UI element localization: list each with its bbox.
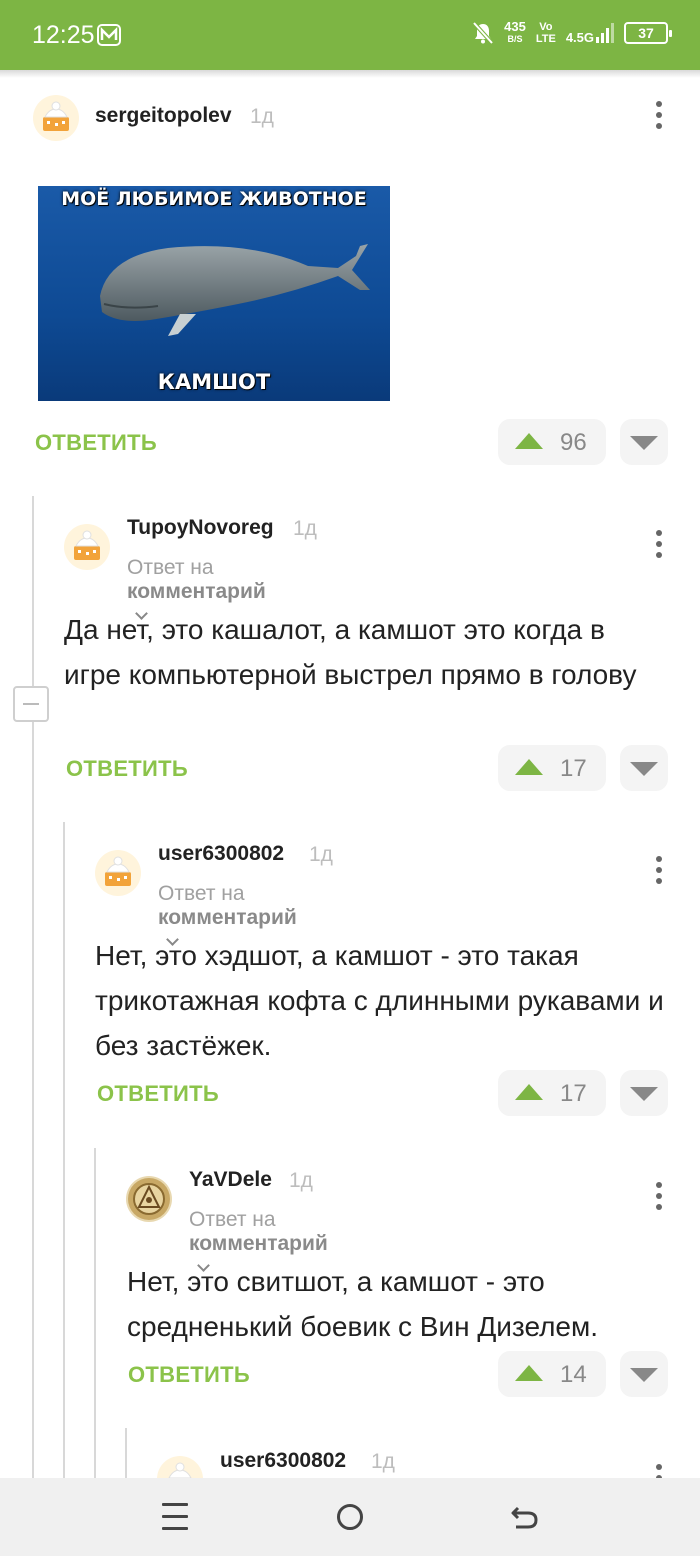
bell-muted-icon <box>472 21 494 44</box>
thread-line-2 <box>63 822 65 1478</box>
downvote-button[interactable] <box>620 745 668 791</box>
vote-count: 96 <box>560 429 587 456</box>
arrow-down-icon <box>630 1087 658 1101</box>
reply-button[interactable]: ОТВЕТИТЬ <box>35 430 157 456</box>
arrow-down-icon <box>630 1368 658 1382</box>
network-indicator: 4.5G <box>566 22 614 44</box>
more-options-icon[interactable] <box>654 530 664 562</box>
comment-text: Да нет, это кашалот, а камшот это когда … <box>64 614 637 690</box>
downvote-button[interactable] <box>620 1070 668 1116</box>
comment-time: 1д <box>250 105 274 128</box>
arrow-down-icon <box>630 762 658 776</box>
comment-text: Нет, это свитшот, а камшот - это среднен… <box>127 1266 599 1342</box>
avatar[interactable] <box>126 1176 172 1222</box>
comment-author[interactable]: user6300802 <box>158 842 284 866</box>
arrow-down-icon <box>630 436 658 450</box>
volte-indicator: Vo LTE <box>535 20 556 45</box>
home-icon[interactable] <box>337 1504 363 1530</box>
comment-author[interactable]: sergeitopolev <box>95 104 232 128</box>
reply-button[interactable]: ОТВЕТИТЬ <box>128 1362 250 1388</box>
signal-icon <box>596 22 614 43</box>
system-navigation-bar <box>0 1478 700 1556</box>
comment-author[interactable]: user6300802 <box>220 1449 346 1473</box>
avatar[interactable] <box>64 524 110 570</box>
vote-count: 17 <box>560 755 587 782</box>
status-time: 12:25 <box>32 21 95 49</box>
status-bar: 12:25 435 B/S Vo LTE 4.5G 37 <box>0 0 700 70</box>
thread-line-3 <box>94 1148 96 1478</box>
battery-indicator: 37 <box>624 21 672 44</box>
arrow-up-icon <box>515 759 543 775</box>
menu-icon[interactable] <box>162 1503 188 1531</box>
vote-count: 14 <box>560 1361 587 1388</box>
arrow-up-icon <box>515 1084 543 1100</box>
comment-author[interactable]: YaVDele <box>189 1168 272 1192</box>
cake-avatar-icon <box>74 530 100 560</box>
upvote-button[interactable]: 14 <box>498 1351 606 1397</box>
vote-count: 17 <box>560 1080 587 1107</box>
more-options-icon[interactable] <box>654 856 664 888</box>
mi-app-icon <box>97 24 121 46</box>
reply-button[interactable]: ОТВЕТИТЬ <box>66 756 188 782</box>
comment-image[interactable]: МОЁ ЛЮБИМОЕ ЖИВОТНОЕ КАМШОТ <box>38 186 390 401</box>
downvote-button[interactable] <box>620 1351 668 1397</box>
cake-avatar-icon <box>105 856 131 886</box>
comment-text: Нет, это хэдшот, а камшот - это такая тр… <box>95 940 664 1061</box>
avatar[interactable] <box>95 850 141 896</box>
comment-time: 1д <box>293 517 317 540</box>
avatar[interactable] <box>33 95 79 141</box>
more-options-icon[interactable] <box>654 1182 664 1214</box>
arrow-up-icon <box>515 1365 543 1381</box>
comment-author[interactable]: TupoyNovoreg <box>127 516 274 540</box>
thread-line-4 <box>125 1428 127 1478</box>
net-speed: 435 B/S <box>504 19 526 45</box>
gear-seal-avatar-icon <box>128 1178 170 1220</box>
back-icon[interactable] <box>510 1502 540 1532</box>
comment-time: 1д <box>309 843 333 866</box>
header-shadow <box>0 70 700 78</box>
upvote-button[interactable]: 96 <box>498 419 606 465</box>
downvote-button[interactable] <box>620 419 668 465</box>
arrow-up-icon <box>515 433 543 449</box>
comment-time: 1д <box>371 1450 395 1473</box>
image-caption-bottom: КАМШОТ <box>157 370 271 394</box>
collapse-thread-button[interactable] <box>13 686 49 722</box>
cake-avatar-icon <box>43 101 69 131</box>
thread-line-1 <box>32 496 34 1478</box>
more-options-icon[interactable] <box>654 101 664 133</box>
upvote-button[interactable]: 17 <box>498 745 606 791</box>
sperm-whale-illustration <box>100 244 370 336</box>
comment-time: 1д <box>289 1169 313 1192</box>
upvote-button[interactable]: 17 <box>498 1070 606 1116</box>
reply-button[interactable]: ОТВЕТИТЬ <box>97 1081 219 1107</box>
